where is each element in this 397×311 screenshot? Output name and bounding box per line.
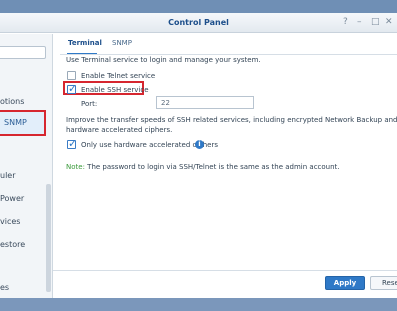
sidebar-search-input[interactable] [0,46,46,59]
apply-button[interactable]: Apply [325,276,365,290]
ssh-checkbox[interactable]: ✓ [67,82,78,95]
minimize-icon[interactable]: – [357,17,362,27]
maximize-icon[interactable]: □ [371,17,380,27]
sidebar-item-snmp[interactable]: SNMP [0,110,46,136]
hw-check-icon: ✓ [68,137,78,150]
sidebar-item-services[interactable]: es [0,283,9,292]
close-icon[interactable]: ✕ [385,17,393,27]
window-title: Control Panel [168,18,229,27]
info-icon[interactable]: i [195,140,204,149]
port-label: Port: [81,100,98,108]
sidebar-item-power[interactable]: Power [0,194,24,203]
sidebar: otions SNMP uler Power vices estore es [0,34,53,298]
telnet-checkbox[interactable] [67,71,76,80]
improve-text-line2: hardware accelerated ciphers. [66,126,173,134]
note-line: Note: The password to login via SSH/Teln… [66,163,340,171]
improve-text-line1: Improve the transfer speeds of SSH relat… [66,116,397,124]
tab-snmp[interactable]: SNMP [112,39,132,47]
tab-divider [60,54,397,55]
sidebar-item-devices[interactable]: vices [0,217,20,226]
help-icon[interactable]: ? [343,17,348,27]
control-panel-window: Control Panel ? – □ ✕ otions SNMP uler P… [0,13,397,298]
title-bar[interactable]: Control Panel ? – □ ✕ [0,13,397,33]
note-label: Note: [66,163,85,171]
telnet-label: Enable Telnet service [81,72,156,80]
desktop-background [0,298,397,311]
sidebar-item-scheduler[interactable]: uler [0,171,16,180]
ssh-check-icon: ✓ [68,82,78,95]
reset-button[interactable]: Rese [370,276,397,290]
port-value: 22 [161,99,170,107]
ssh-label: Enable SSH service [81,86,149,94]
tab-terminal[interactable]: Terminal [68,39,102,47]
sidebar-item-options[interactable]: otions [0,97,24,106]
hw-ciphers-checkbox[interactable]: ✓ [67,137,78,150]
sidebar-item-restore[interactable]: estore [0,240,25,249]
note-text: The password to login via SSH/Telnet is … [87,163,340,171]
sidebar-scrollbar[interactable] [46,184,51,292]
terminal-intro-text: Use Terminal service to login and manage… [66,56,261,64]
port-input[interactable]: 22 [156,96,254,109]
